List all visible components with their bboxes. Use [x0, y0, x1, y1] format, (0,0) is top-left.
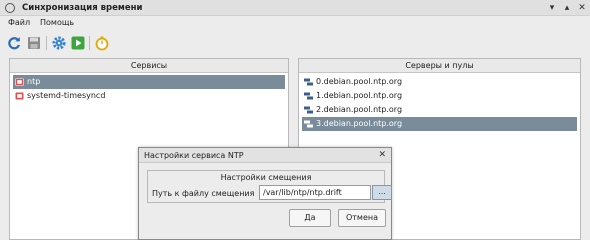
ok-button[interactable]: Да [289, 209, 331, 227]
window-icon [5, 3, 15, 13]
server-icon [304, 92, 313, 100]
toolbar [0, 30, 590, 56]
toolbar-separator [89, 36, 90, 50]
server-item[interactable]: 1.debian.pool.ntp.org [302, 89, 577, 103]
close-button[interactable]: ✕ [576, 2, 588, 14]
browse-button[interactable]: ... [372, 185, 392, 200]
dialog-close-button[interactable]: ✕ [378, 150, 386, 160]
services-header: Сервисы [10, 59, 288, 73]
drift-path-label: Путь к файлу смещения [152, 189, 255, 198]
server-icon [304, 106, 313, 114]
ntp-settings-dialog: Настройки сервиса NTP ✕ Настройки смещен… [138, 147, 392, 240]
menu-help[interactable]: Помощь [40, 18, 74, 27]
server-item-label: 1.debian.pool.ntp.org [316, 91, 403, 100]
services-list: ntp systemd-timesyncd [13, 75, 285, 103]
service-item-label: systemd-timesyncd [27, 91, 106, 100]
server-icon [304, 120, 313, 128]
server-icon [304, 78, 313, 86]
menu-bar: Файл Помощь [0, 16, 590, 29]
servers-header: Серверы и пулы [299, 59, 580, 73]
server-item-label: 2.debian.pool.ntp.org [316, 105, 403, 114]
menu-file[interactable]: Файл [8, 18, 30, 27]
title-bar: Синхронизация времени ▾ ▴ ✕ [0, 0, 590, 16]
servers-list: 0.debian.pool.ntp.org 1.debian.pool.ntp.… [302, 75, 577, 131]
play-icon [71, 36, 85, 50]
server-item[interactable]: 0.debian.pool.ntp.org [302, 75, 577, 89]
dialog-title: Настройки сервиса NTP [144, 151, 244, 160]
settings-button[interactable] [51, 35, 67, 51]
service-icon [15, 78, 24, 86]
save-icon [28, 37, 40, 49]
drift-settings-group: Настройки смещения Путь к файлу смещения… [147, 170, 392, 203]
dialog-title-bar: Настройки сервиса NTP ✕ [139, 148, 391, 163]
server-item[interactable]: 3.debian.pool.ntp.org [302, 117, 577, 131]
refresh-icon [8, 37, 21, 50]
window-title: Синхронизация времени [22, 3, 143, 13]
service-icon [15, 92, 24, 100]
start-button[interactable] [70, 35, 86, 51]
cancel-button[interactable]: Отмена [338, 209, 386, 227]
drift-path-input[interactable]: /var/lib/ntp/ntp.drift [259, 185, 371, 200]
group-title: Настройки смещения [220, 173, 312, 182]
refresh-button[interactable] [6, 35, 22, 51]
server-item[interactable]: 2.debian.pool.ntp.org [302, 103, 577, 117]
minimize-button[interactable]: ▾ [546, 2, 558, 14]
gear-icon [52, 36, 66, 50]
service-item-label: ntp [27, 77, 41, 86]
timer-icon [95, 36, 109, 51]
toolbar-separator [46, 36, 47, 50]
maximize-button[interactable]: ▴ [561, 2, 573, 14]
service-item-ntp[interactable]: ntp [13, 75, 285, 89]
server-item-label: 0.debian.pool.ntp.org [316, 77, 403, 86]
server-item-label: 3.debian.pool.ntp.org [316, 119, 403, 128]
service-item-systemd-timesyncd[interactable]: systemd-timesyncd [13, 89, 285, 103]
save-button[interactable] [26, 35, 42, 51]
timer-button[interactable] [94, 35, 110, 51]
